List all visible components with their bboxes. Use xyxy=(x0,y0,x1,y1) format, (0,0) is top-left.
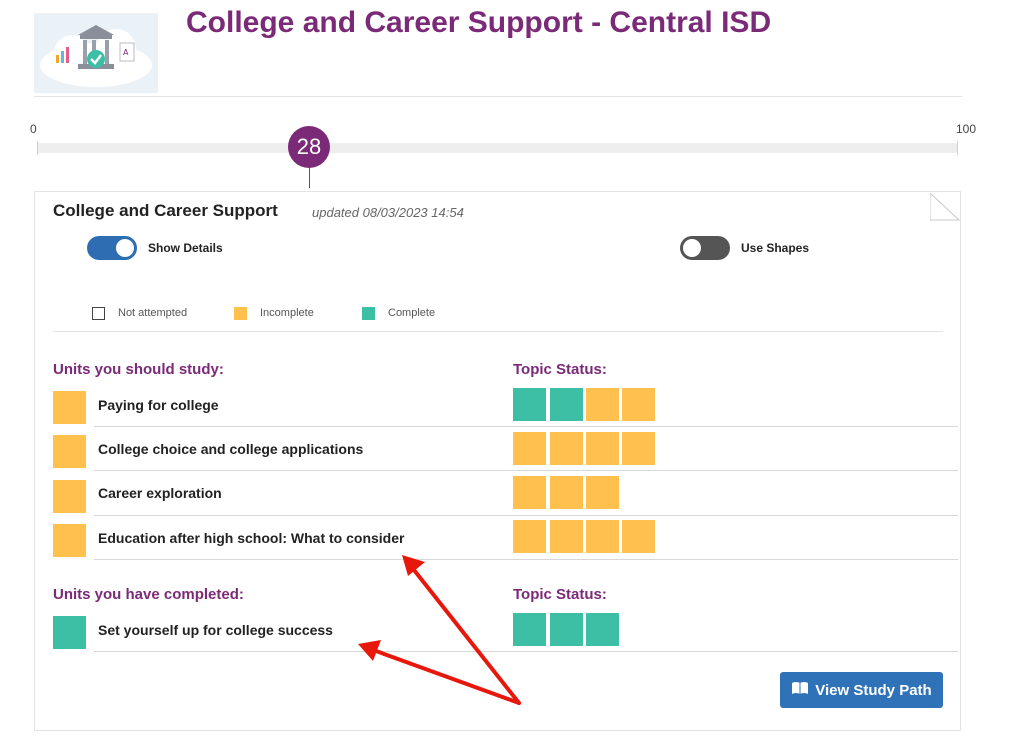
annotation-arrows xyxy=(358,555,521,705)
annotation-arrowhead xyxy=(402,555,425,576)
